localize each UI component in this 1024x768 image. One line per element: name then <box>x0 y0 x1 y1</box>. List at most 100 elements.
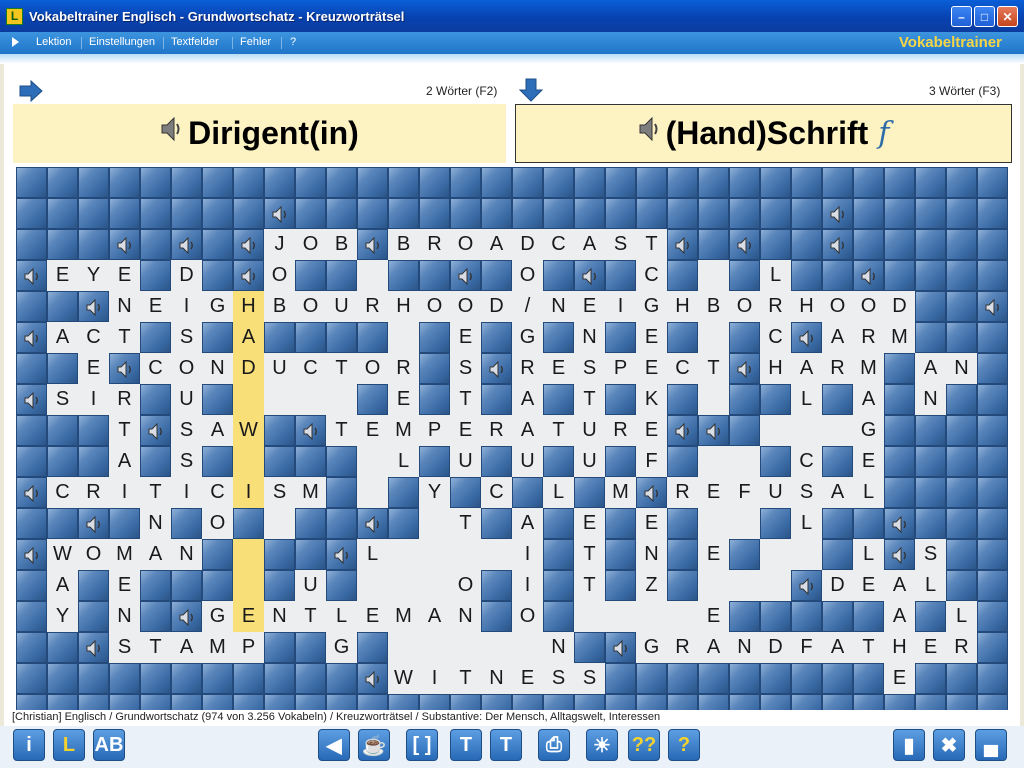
grid-letter-cell[interactable] <box>357 260 388 291</box>
grid-letter-cell[interactable]: R <box>109 384 140 415</box>
grid-letter-cell[interactable]: S <box>171 446 202 477</box>
speaker-icon[interactable] <box>240 267 259 286</box>
menu-fehler[interactable]: Fehler <box>240 36 271 48</box>
grid-speaker-cell[interactable] <box>78 508 109 539</box>
grid-letter-cell[interactable]: A <box>512 415 543 446</box>
grid-letter-cell[interactable]: P <box>605 353 636 384</box>
print-button[interactable]: ⎙ <box>538 729 570 761</box>
grid-speaker-cell[interactable] <box>109 353 140 384</box>
speaker-icon[interactable] <box>23 391 42 410</box>
speaker-icon[interactable] <box>674 422 693 441</box>
grid-letter-cell[interactable]: W <box>388 663 419 694</box>
grid-letter-cell[interactable] <box>233 539 264 570</box>
grid-letter-cell[interactable]: T <box>326 415 357 446</box>
maximize-button[interactable]: □ <box>974 6 995 27</box>
grid-letter-cell[interactable]: E <box>109 570 140 601</box>
grid-letter-cell[interactable]: G <box>636 632 667 663</box>
grid-letter-cell[interactable]: M <box>884 322 915 353</box>
grid-letter-cell[interactable]: D <box>481 291 512 322</box>
grid-letter-cell[interactable]: A <box>512 384 543 415</box>
minimize-button[interactable]: – <box>951 6 972 27</box>
grid-letter-cell[interactable]: U <box>450 446 481 477</box>
speaker-icon[interactable] <box>488 360 507 379</box>
menu-help[interactable]: ? <box>290 36 296 48</box>
grid-letter-cell[interactable]: E <box>450 322 481 353</box>
grid-letter-cell[interactable]: S <box>791 477 822 508</box>
grid-letter-cell[interactable]: E <box>512 663 543 694</box>
grid-letter-cell[interactable]: N <box>481 663 512 694</box>
grid-letter-cell[interactable]: T <box>450 508 481 539</box>
grid-letter-cell[interactable]: O <box>450 291 481 322</box>
grid-letter-cell[interactable]: T <box>109 415 140 446</box>
grid-letter-cell[interactable]: S <box>543 663 574 694</box>
grid-letter-cell[interactable]: L <box>357 539 388 570</box>
grid-letter-cell[interactable]: U <box>574 446 605 477</box>
grid-speaker-cell[interactable] <box>357 663 388 694</box>
grid-letter-cell[interactable]: S <box>915 539 946 570</box>
grid-letter-cell[interactable]: N <box>636 539 667 570</box>
grid-letter-cell[interactable]: C <box>202 477 233 508</box>
grid-letter-cell[interactable]: U <box>264 353 295 384</box>
grid-letter-cell[interactable]: L <box>791 508 822 539</box>
grid-letter-cell[interactable]: G <box>202 291 233 322</box>
speaker-icon[interactable] <box>736 236 755 255</box>
grid-letter-cell[interactable]: R <box>667 477 698 508</box>
grid-letter-cell[interactable]: T <box>574 539 605 570</box>
grid-letter-cell[interactable]: T <box>636 229 667 260</box>
grid-letter-cell[interactable]: A <box>109 446 140 477</box>
speaker-icon[interactable] <box>798 329 817 348</box>
grid-letter-cell[interactable]: I <box>512 539 543 570</box>
grid-letter-cell[interactable] <box>822 415 853 446</box>
grid-letter-cell[interactable]: W <box>47 539 78 570</box>
grid-letter-cell[interactable]: A <box>884 570 915 601</box>
ab-button[interactable]: AB <box>93 729 125 761</box>
speaker-icon[interactable] <box>891 546 910 565</box>
grid-letter-cell[interactable]: U <box>171 384 202 415</box>
speaker-icon[interactable] <box>147 422 166 441</box>
grid-speaker-cell[interactable] <box>16 384 47 415</box>
grid-speaker-cell[interactable] <box>140 415 171 446</box>
grid-speaker-cell[interactable] <box>822 198 853 229</box>
grid-letter-cell[interactable]: / <box>512 291 543 322</box>
grid-speaker-cell[interactable] <box>574 260 605 291</box>
grid-letter-cell[interactable]: L <box>543 477 574 508</box>
grid-letter-cell[interactable]: U <box>326 291 357 322</box>
grid-letter-cell[interactable]: L <box>791 384 822 415</box>
grid-letter-cell[interactable] <box>605 601 636 632</box>
grid-letter-cell[interactable]: S <box>109 632 140 663</box>
grid-letter-cell[interactable] <box>233 384 264 415</box>
speaker-icon[interactable] <box>829 236 848 255</box>
grid-speaker-cell[interactable] <box>605 632 636 663</box>
grid-speaker-cell[interactable] <box>884 539 915 570</box>
grid-letter-cell[interactable]: C <box>481 477 512 508</box>
grid-letter-cell[interactable] <box>419 539 450 570</box>
grid-letter-cell[interactable]: A <box>202 415 233 446</box>
speaker-icon[interactable] <box>364 515 383 534</box>
grid-speaker-cell[interactable] <box>822 229 853 260</box>
grid-letter-cell[interactable]: E <box>698 539 729 570</box>
grid-letter-cell[interactable]: N <box>171 539 202 570</box>
grid-letter-cell[interactable]: U <box>512 446 543 477</box>
grid-letter-cell[interactable]: E <box>884 663 915 694</box>
arrow-down-icon[interactable] <box>519 78 544 102</box>
grid-letter-cell[interactable]: D <box>512 229 543 260</box>
back-button[interactable]: ◀ <box>318 729 350 761</box>
menu-lektion[interactable]: Lektion <box>36 36 71 48</box>
grid-letter-cell[interactable] <box>388 539 419 570</box>
speaker-icon[interactable] <box>178 236 197 255</box>
grid-letter-cell[interactable]: A <box>140 539 171 570</box>
grid-letter-cell[interactable]: C <box>760 322 791 353</box>
grid-letter-cell[interactable]: O <box>357 353 388 384</box>
grid-letter-cell[interactable]: P <box>233 632 264 663</box>
grid-letter-cell[interactable]: N <box>946 353 977 384</box>
grid-letter-cell[interactable]: M <box>853 353 884 384</box>
grid-letter-cell[interactable]: O <box>512 601 543 632</box>
grid-letter-cell[interactable]: Y <box>78 260 109 291</box>
speaker-icon[interactable] <box>85 639 104 658</box>
grid-speaker-cell[interactable] <box>357 229 388 260</box>
grid-letter-cell[interactable]: S <box>605 229 636 260</box>
grid-letter-cell[interactable]: S <box>264 477 295 508</box>
grid-letter-cell[interactable]: I <box>78 384 109 415</box>
speaker-icon[interactable] <box>85 515 104 534</box>
grid-letter-cell[interactable]: I <box>171 291 202 322</box>
